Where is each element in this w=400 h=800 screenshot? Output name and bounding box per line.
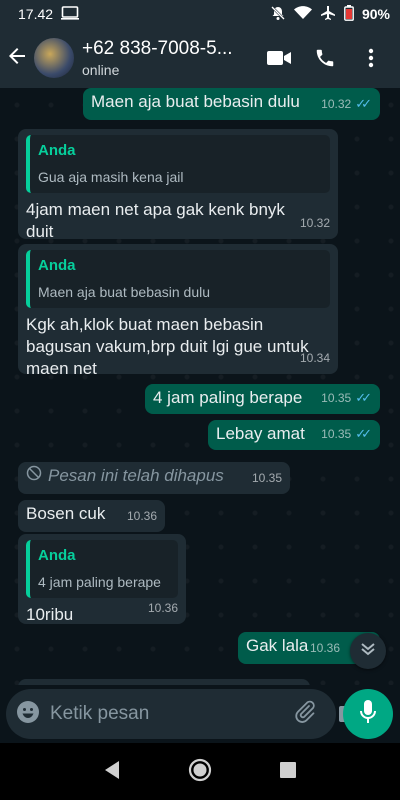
back-arrow-icon: [7, 46, 27, 71]
video-call-icon[interactable]: [266, 45, 292, 71]
double-check-icon: ✓✓: [355, 426, 372, 441]
battery-percent: 90%: [361, 6, 390, 22]
system-nav-bar: [0, 745, 400, 800]
message-meta: 10.35 ✓✓: [321, 423, 372, 445]
message-meta: 10.36: [127, 505, 157, 527]
chevron-double-down-icon: [360, 642, 376, 661]
nav-back-icon[interactable]: [103, 760, 121, 785]
message-incoming[interactable]: Anda 4 jam paling berape 10ribu 10.36: [18, 534, 186, 624]
status-time: 17.42: [18, 6, 54, 22]
emoji-icon[interactable]: [16, 700, 40, 729]
message-time: 10.35: [321, 391, 352, 405]
quote-author: Anda: [38, 547, 76, 564]
message-text: Lebay amat: [216, 424, 305, 443]
quoted-message[interactable]: Anda Gua aja masih kena jail: [26, 135, 330, 193]
nav-home-icon[interactable]: [188, 758, 212, 787]
message-meta: 10.36: [148, 597, 178, 619]
contact-info[interactable]: +62 838-7008-5... online: [82, 38, 266, 78]
status-left: 17.42: [18, 5, 80, 23]
back-button[interactable]: [0, 28, 34, 88]
header-actions: [266, 45, 400, 71]
message-meta: 10.35: [252, 467, 282, 489]
message-outgoing[interactable]: Lebay amat 10.35 ✓✓: [208, 420, 380, 450]
message-incoming[interactable]: Anda Gua aja masih kena jail 4jam maen n…: [18, 129, 338, 241]
message-text: Pesan ini telah dihapus: [48, 466, 224, 485]
phone-icon[interactable]: [312, 45, 338, 71]
quote-text: Gua aja masih kena jail: [38, 169, 184, 185]
message-time: 10.34: [299, 351, 330, 365]
double-check-icon: ✓✓: [355, 96, 372, 111]
message-text: Bosen cuk: [26, 504, 106, 523]
deleted-message: Pesan ini telah dihapus: [26, 465, 282, 487]
input-bar: [0, 685, 400, 743]
deleted-icon: [26, 465, 42, 487]
message-meta: 10.36: [310, 637, 340, 659]
message-text: Kgk ah,klok buat maen bebasin bagusan va…: [26, 315, 309, 378]
message-time: 10.35: [321, 427, 352, 441]
message-outgoing[interactable]: Maen aja buat bebasin dulu 10.32 ✓✓: [83, 88, 380, 120]
contact-status: online: [82, 62, 120, 78]
quote-author: Anda: [38, 257, 76, 274]
quoted-message[interactable]: Anda 4 jam paling berape: [26, 540, 178, 598]
message-time: 10.36: [309, 641, 340, 655]
message-time: 10.36: [147, 601, 178, 615]
message-time: 10.32: [321, 97, 352, 111]
status-right: 90%: [270, 4, 390, 24]
message-meta: 10.32 ✓✓: [321, 93, 372, 115]
message-incoming[interactable]: Bosen cuk 10.36: [18, 500, 165, 532]
message-text: 4jam maen net apa gak kenk bnyk duit: [26, 200, 285, 241]
message-meta: 10.34: [300, 347, 330, 369]
double-check-icon: ✓✓: [355, 390, 372, 405]
quote-text: 4 jam paling berape: [38, 574, 161, 590]
message-time: 10.32: [299, 216, 330, 230]
contact-name: +62 838-7008-5...: [82, 38, 233, 59]
scroll-to-bottom-button[interactable]: [350, 633, 386, 669]
quote-text: Maen aja buat bebasin dulu: [38, 284, 211, 300]
message-meta: 10.32: [300, 212, 330, 234]
attach-icon[interactable]: [295, 700, 317, 729]
message-incoming[interactable]: Anda Maen aja buat bebasin dulu Kgk ah,k…: [18, 244, 338, 378]
quoted-message[interactable]: Anda Maen aja buat bebasin dulu: [26, 250, 330, 308]
screen-cast-icon: [61, 5, 80, 23]
message-text: Maen aja buat bebasin dulu: [91, 92, 300, 111]
message-time: 10.36: [126, 509, 157, 523]
message-time: 10.35: [251, 471, 282, 485]
mic-icon: [359, 699, 377, 730]
quote-author: Anda: [38, 142, 76, 159]
mic-button[interactable]: [343, 689, 393, 739]
more-options-icon[interactable]: [358, 45, 384, 71]
message-text: 4 jam paling berape: [153, 388, 303, 407]
airplane-icon: [320, 5, 336, 24]
message-outgoing[interactable]: 4 jam paling berape 10.35 ✓✓: [145, 384, 380, 414]
chat-header: +62 838-7008-5... online: [0, 28, 400, 88]
nav-recents-icon[interactable]: [279, 761, 297, 784]
message-deleted[interactable]: Pesan ini telah dihapus 10.35: [18, 462, 290, 494]
mute-icon: [270, 5, 286, 24]
message-text: Gak lala: [246, 636, 309, 655]
battery-icon: [344, 4, 354, 24]
message-input-container: [6, 689, 363, 739]
message-meta: 10.35 ✓✓: [321, 387, 372, 409]
wifi-icon: [293, 5, 312, 23]
avatar[interactable]: [34, 38, 74, 78]
status-bar: 17.42 90%: [0, 0, 400, 28]
message-input[interactable]: [50, 703, 295, 725]
chat-area[interactable]: Maen aja buat bebasin dulu 10.32 ✓✓ Anda…: [0, 88, 400, 743]
